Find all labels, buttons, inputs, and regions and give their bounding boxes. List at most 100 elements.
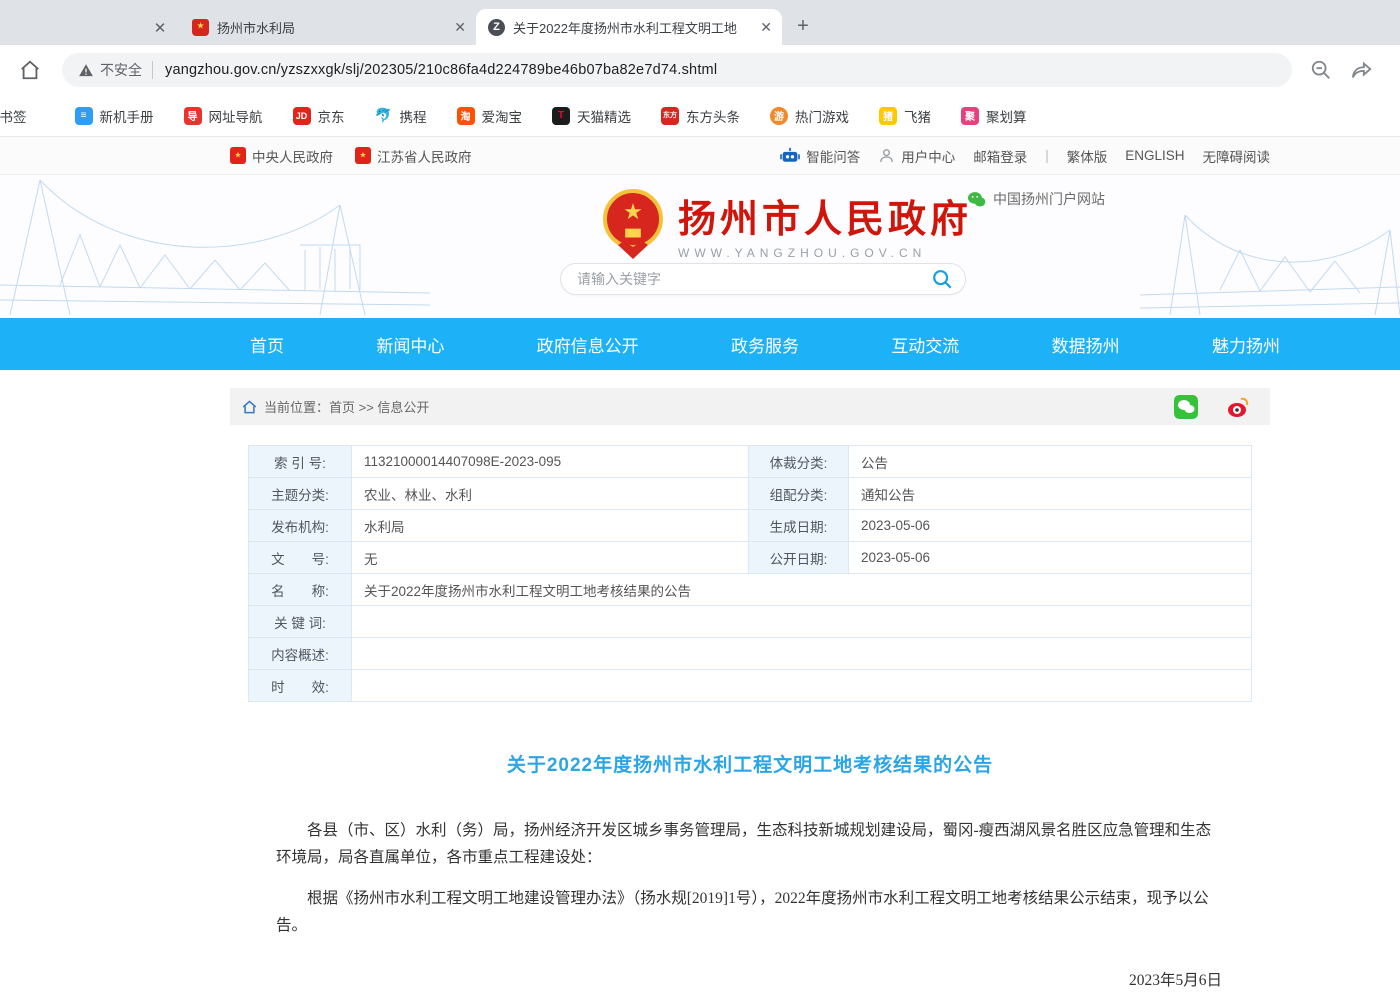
- nav-news[interactable]: 新闻中心: [376, 332, 444, 357]
- meta-label: 发布机构:: [249, 510, 352, 542]
- browser-toolbar: 不安全 yangzhou.gov.cn/yzszxxgk/slj/202305/…: [0, 45, 1400, 95]
- search-icon[interactable]: [931, 268, 953, 290]
- tab-title: 关于2022年度扬州市水利工程文明工地: [513, 18, 754, 37]
- share-icon[interactable]: [1350, 59, 1374, 81]
- table-row: 发布机构: 水利局 生成日期: 2023-05-06: [249, 510, 1252, 542]
- bookmark-label: 京东: [318, 106, 345, 126]
- bookmark-taobao[interactable]: 淘 爱淘宝: [457, 106, 523, 126]
- bookmark-label: 飞猪: [904, 106, 931, 126]
- meta-label: 关 键 词:: [249, 606, 352, 638]
- document-meta-table: 索 引 号: 11321000014407098E-2023-095 体裁分类:…: [248, 445, 1252, 702]
- gov-emblem-favicon: [192, 19, 209, 36]
- table-row: 名 称: 关于2022年度扬州市水利工程文明工地考核结果的公告: [249, 574, 1252, 606]
- traditional-label: 繁体版: [1067, 146, 1108, 166]
- site-header: ★ ▆▆ 扬州市人民政府 WWW.YANGZHOU.GOV.CN 中国扬州门户网…: [0, 175, 1400, 318]
- accessibility-link[interactable]: 无障碍阅读: [1203, 146, 1271, 166]
- meta-label: 生成日期:: [749, 510, 849, 542]
- bookmark-label: 机书签: [0, 106, 27, 126]
- link-central-gov[interactable]: 中央人民政府: [230, 146, 333, 166]
- breadcrumb-text[interactable]: 当前位置：首页 >> 信息公开: [264, 397, 429, 416]
- table-row: 索 引 号: 11321000014407098E-2023-095 体裁分类:…: [249, 446, 1252, 478]
- mail-login-link[interactable]: 邮箱登录: [973, 146, 1027, 166]
- nav-data[interactable]: 数据扬州: [1052, 332, 1120, 357]
- tab-announcement-active[interactable]: Z 关于2022年度扬州市水利工程文明工地 ✕: [476, 9, 782, 45]
- tmall-icon: T: [552, 107, 570, 125]
- meta-value: 无: [352, 542, 749, 574]
- wechat-share-icon[interactable]: [1174, 395, 1198, 419]
- bookmark-juhuasuan[interactable]: 聚 聚划算: [961, 106, 1027, 126]
- nav-home[interactable]: 首页: [250, 332, 284, 357]
- portal-label: 中国扬州门户网站: [993, 189, 1105, 209]
- meta-value: 2023-05-06: [849, 510, 1252, 542]
- games-icon: 游: [770, 107, 788, 125]
- address-bar[interactable]: 不安全 yangzhou.gov.cn/yzszxxgk/slj/202305/…: [62, 53, 1292, 87]
- bookmark-label: 网址导航: [209, 106, 263, 126]
- bookmark-phone-bookmarks[interactable]: 机书签: [0, 106, 27, 126]
- meta-value: 水利局: [352, 510, 749, 542]
- nav-charm[interactable]: 魅力扬州: [1212, 332, 1280, 357]
- zoom-out-icon[interactable]: [1310, 59, 1332, 81]
- portal-link[interactable]: 中国扬州门户网站: [967, 189, 1105, 209]
- bookmark-label: 爱淘宝: [482, 106, 523, 126]
- smart-qa-link[interactable]: 智能问答: [780, 146, 860, 166]
- site-logo[interactable]: ★ ▆▆ 扬州市人民政府 WWW.YANGZHOU.GOV.CN: [600, 188, 972, 260]
- gov-link-label: 中央人民政府: [252, 146, 333, 166]
- user-center-link[interactable]: 用户中心: [878, 146, 955, 166]
- site-nav-icon: 导: [184, 107, 202, 125]
- close-icon[interactable]: ✕: [140, 11, 180, 45]
- bridge-sketch-right: [1140, 175, 1400, 318]
- meta-label: 名 称:: [249, 574, 352, 606]
- meta-label: 公开日期:: [749, 542, 849, 574]
- nav-services[interactable]: 政务服务: [731, 332, 799, 357]
- security-label[interactable]: 不安全: [100, 60, 142, 80]
- meta-value: [352, 670, 1252, 702]
- english-link[interactable]: ENGLISH: [1125, 148, 1184, 163]
- table-row: 主题分类: 农业、林业、水利 组配分类: 通知公告: [249, 478, 1252, 510]
- home-icon[interactable]: [14, 54, 46, 86]
- meta-label: 文 号:: [249, 542, 352, 574]
- meta-label: 主题分类:: [249, 478, 352, 510]
- bridge-sketch-left: [0, 175, 430, 318]
- article-date: 2023年5月6日: [276, 968, 1224, 990]
- bookmark-toutiao[interactable]: 东方 东方头条: [661, 106, 740, 126]
- meta-label: 组配分类:: [749, 478, 849, 510]
- meta-value: 2023-05-06: [849, 542, 1252, 574]
- tab-water-bureau[interactable]: 扬州市水利局 ✕: [180, 9, 476, 45]
- user-icon: [878, 147, 895, 164]
- nav-interaction[interactable]: 互动交流: [891, 332, 959, 357]
- article-paragraph: 根据《扬州市水利工程文明工地建设管理办法》（扬水规[2019]1号），2022年…: [276, 885, 1224, 939]
- taobao-icon: 淘: [457, 107, 475, 125]
- juhuasuan-icon: 聚: [961, 107, 979, 125]
- table-row: 时 效:: [249, 670, 1252, 702]
- browser-tab-bar: ✕ 扬州市水利局 ✕ Z 关于2022年度扬州市水利工程文明工地 ✕ +: [0, 0, 1400, 45]
- bookmark-label: 聚划算: [986, 106, 1027, 126]
- article-title: 关于2022年度扬州市水利工程文明工地考核结果的公告: [230, 750, 1270, 777]
- meta-label: 内容概述:: [249, 638, 352, 670]
- meta-value: [352, 606, 1252, 638]
- browser-logo-favicon: Z: [488, 19, 505, 36]
- close-icon[interactable]: ✕: [454, 19, 466, 36]
- nav-info-disclosure[interactable]: 政府信息公开: [537, 332, 639, 357]
- smart-qa-label: 智能问答: [806, 146, 860, 166]
- bookmark-label: 天猫精选: [577, 106, 631, 126]
- new-tab-button[interactable]: +: [788, 11, 818, 41]
- home-icon: [242, 400, 257, 414]
- bookmark-fliggy[interactable]: 猪 飞猪: [879, 106, 931, 126]
- table-row: 内容概述:: [249, 638, 1252, 670]
- accessibility-label: 无障碍阅读: [1203, 146, 1271, 166]
- traditional-link[interactable]: 繁体版: [1067, 146, 1108, 166]
- main-nav: 首页 新闻中心 政府信息公开 政务服务 互动交流 数据扬州 魅力扬州: [0, 318, 1400, 370]
- site-search[interactable]: [560, 263, 966, 295]
- search-input[interactable]: [577, 271, 931, 287]
- bookmark-jd[interactable]: JD 京东: [293, 106, 345, 126]
- bookmark-tmall[interactable]: T 天猫精选: [552, 106, 631, 126]
- bookmark-hot-games[interactable]: 游 热门游戏: [770, 106, 849, 126]
- weibo-share-icon[interactable]: [1226, 395, 1250, 419]
- bookmark-ctrip[interactable]: 🐬 携程: [375, 106, 427, 126]
- url-text[interactable]: yangzhou.gov.cn/yzszxxgk/slj/202305/210c…: [165, 62, 717, 78]
- bookmark-site-nav[interactable]: 导 网址导航: [184, 106, 263, 126]
- close-icon[interactable]: ✕: [760, 19, 772, 36]
- bookmark-manual[interactable]: ≡ 新机手册: [75, 106, 154, 126]
- content-area: 当前位置：首页 >> 信息公开 索 引 号: 11321000014407098…: [230, 388, 1270, 997]
- link-jiangsu-gov[interactable]: 江苏省人民政府: [355, 146, 472, 166]
